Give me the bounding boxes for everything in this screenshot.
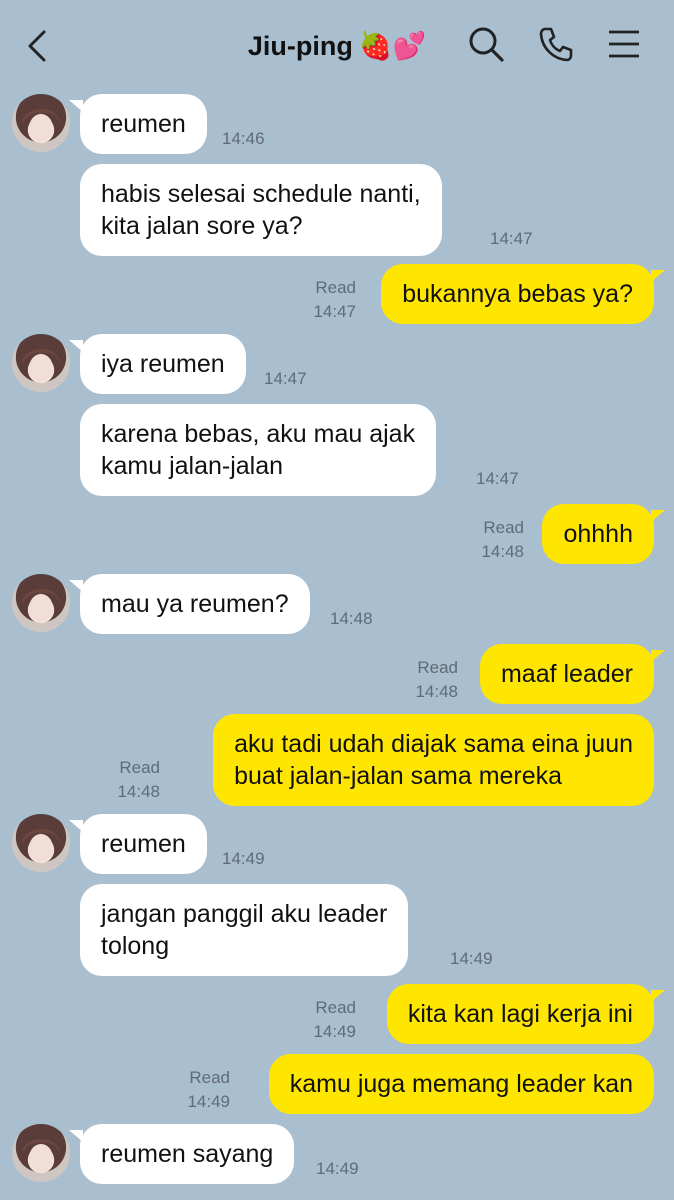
message-bubble-incoming[interactable]: jangan panggil aku leader tolong bbox=[80, 884, 409, 976]
message-time: 14:49 bbox=[450, 949, 493, 968]
message-text: reumen bbox=[101, 830, 186, 858]
chat-header: Jiu-ping 🍓💕 bbox=[0, 0, 674, 90]
message-time: 14:47 bbox=[313, 302, 356, 321]
message-line: kamu jalan-jalan bbox=[101, 452, 284, 480]
message-text: ohhhh bbox=[563, 520, 633, 548]
message-bubble-incoming[interactable]: habis selesai schedule nanti, kita jalan… bbox=[80, 164, 442, 256]
message-time: 14:49 bbox=[187, 1092, 230, 1111]
message-text: reumen bbox=[101, 110, 186, 138]
read-receipt: Read 14:48 bbox=[481, 516, 524, 564]
message-line: buat jalan-jalan sama mereka bbox=[234, 762, 563, 790]
message-time: 14:48 bbox=[330, 609, 373, 628]
message-bubble-incoming[interactable]: iya reumen bbox=[69, 334, 246, 394]
message-time: 14:47 bbox=[490, 229, 533, 248]
read-label: Read bbox=[315, 998, 356, 1017]
message-text: maaf leader bbox=[500, 660, 633, 688]
message-line: jangan panggil aku leader bbox=[101, 900, 388, 928]
message-time: 14:49 bbox=[313, 1022, 356, 1041]
read-receipt: Read 14:47 bbox=[313, 276, 356, 324]
message-bubble-outgoing[interactable]: kamu juga memang leader kan bbox=[268, 1054, 654, 1114]
contact-name: Jiu-ping bbox=[247, 31, 353, 61]
message-bubble-incoming[interactable]: reumen bbox=[69, 814, 207, 874]
read-receipt: Read 14:48 bbox=[117, 756, 160, 804]
message-time: 14:49 bbox=[316, 1159, 359, 1178]
message-bubble-outgoing[interactable]: maaf leader bbox=[479, 644, 666, 704]
read-label: Read bbox=[189, 1068, 230, 1087]
message-line: aku tadi udah diajak sama eina juun bbox=[234, 730, 633, 758]
title-emoji: 🍓💕 bbox=[358, 31, 427, 61]
message-bubble-incoming[interactable]: reumen sayang bbox=[68, 1124, 295, 1184]
message-text: kamu juga memang leader kan bbox=[289, 1070, 633, 1098]
message-bubble-outgoing[interactable]: bukannya bebas ya? bbox=[381, 264, 665, 324]
message-text: reumen sayang bbox=[101, 1140, 274, 1168]
message-bubble-outgoing[interactable]: kita kan lagi kerja ini bbox=[386, 984, 666, 1044]
message-text: kita kan lagi kerja ini bbox=[407, 1000, 633, 1028]
avatar[interactable] bbox=[12, 574, 70, 632]
message-text: iya reumen bbox=[101, 350, 225, 378]
message-bubble-outgoing[interactable]: aku tadi udah diajak sama eina juun buat… bbox=[213, 714, 654, 806]
message-time: 14:47 bbox=[264, 369, 307, 388]
message-text: mau ya reumen? bbox=[101, 590, 289, 618]
read-label: Read bbox=[483, 518, 524, 537]
message-time: 14:49 bbox=[222, 849, 265, 868]
message-line: karena bebas, aku mau ajak bbox=[101, 420, 416, 448]
phone-icon[interactable] bbox=[536, 24, 576, 64]
message-bubble-incoming[interactable]: karena bebas, aku mau ajak kamu jalan-ja… bbox=[80, 404, 437, 496]
read-receipt: Read 14:48 bbox=[415, 656, 458, 704]
read-receipt: Read 14:49 bbox=[313, 996, 356, 1044]
read-label: Read bbox=[417, 658, 458, 677]
message-bubble-incoming[interactable]: reumen bbox=[69, 94, 207, 154]
search-icon[interactable] bbox=[466, 24, 506, 64]
message-time: 14:48 bbox=[117, 782, 160, 801]
avatar[interactable] bbox=[12, 94, 70, 152]
message-line: tolong bbox=[101, 932, 170, 960]
read-receipt: Read 14:49 bbox=[187, 1066, 230, 1114]
message-line: habis selesai schedule nanti, bbox=[101, 180, 421, 208]
message-time: 14:48 bbox=[481, 542, 524, 561]
message-time: 14:46 bbox=[222, 129, 265, 148]
avatar[interactable] bbox=[12, 334, 70, 392]
message-text: bukannya bebas ya? bbox=[402, 280, 633, 308]
message-time: 14:47 bbox=[476, 469, 519, 488]
avatar[interactable] bbox=[12, 1124, 70, 1182]
message-bubble-outgoing[interactable]: ohhhh bbox=[542, 504, 665, 564]
message-line: kita jalan sore ya? bbox=[101, 212, 303, 240]
message-bubble-incoming[interactable]: mau ya reumen? bbox=[69, 574, 310, 634]
menu-icon[interactable] bbox=[604, 24, 644, 64]
avatar[interactable] bbox=[12, 814, 70, 872]
message-time: 14:48 bbox=[415, 682, 458, 701]
read-label: Read bbox=[119, 758, 160, 777]
read-label: Read bbox=[315, 278, 356, 297]
